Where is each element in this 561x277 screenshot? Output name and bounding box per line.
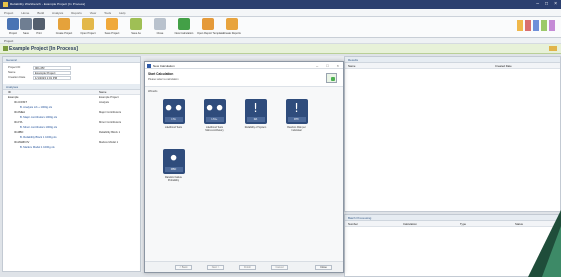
batch-col-type[interactable]: Type [460,221,466,227]
dialog-footer: < Back Next > Finish Cancel Close [145,261,343,272]
project-icon [3,46,8,51]
minimize-button[interactable]: – [536,1,539,7]
report-add-icon [226,18,238,30]
alert-person-icon: ! RTF [285,99,308,124]
tile-random-failure-probability[interactable]: ⚫ RBD Random Failure Probability [162,149,185,182]
results-pane: Results Name Created Date [344,56,561,212]
batch-col-number[interactable]: Number [348,221,358,227]
report-template-icon [202,18,214,30]
results-header: Name Created Date [345,63,560,69]
menu-view[interactable]: View [90,11,96,15]
folder-new-icon [58,18,70,30]
creation-date-input[interactable]: 1/1/2023 1:01 PM [33,75,71,80]
ribbon-open-project-button[interactable]: Open Project [77,18,99,37]
finish-button[interactable]: Finish [239,265,256,270]
tool-swatch[interactable] [533,20,539,31]
calculator-icon [326,73,337,83]
dialog-minimize-button[interactable]: – [316,63,318,68]
dialog-subheading: Please select a calculation [148,78,179,81]
ribbon-close-button[interactable]: Close [149,18,171,37]
tile-reliability-of-system[interactable]: ! RA Reliability of System [244,99,267,129]
folder-open-icon [82,18,94,30]
close-button[interactable]: × [554,1,557,7]
title-bar: Reliability Workbench - Example Project … [0,0,561,9]
ribbon-save-as-button[interactable]: Save As [125,18,147,37]
dialog-header: Start Calculation Please select a calcul… [145,69,343,87]
ribbon-print-button[interactable]: Print [28,18,50,37]
app-icon [3,2,8,7]
tool-swatch[interactable] [549,20,555,31]
new-calculation-dialog: New Calculation – □ × Start Calculation … [144,61,344,273]
group-people-icon: ⚫⚫ LTA+ [203,99,226,124]
results-col-name[interactable]: Name [348,63,355,69]
dialog-title: New Calculation [153,63,175,68]
dialog-close-footer-button[interactable]: Close [315,265,332,270]
dialog-body: Wizards ⚫⚫ LTA Likelihood Tests ⚫⚫ LTA+ Li… [145,87,343,268]
menu-reports[interactable]: Reports [71,11,82,15]
analysis-tree: Example Example Project ID-CONST Analysis B.… [3,95,140,150]
menu-home[interactable]: Home [21,11,29,15]
window-controls: – □ × [536,1,557,7]
tile-likelihood-tests[interactable]: ⚫⚫ LTA Likelihood Tests [162,99,185,129]
menu-bar: Project Home Build Analysis Reports View… [0,9,561,17]
project-header: Example Project [In Process] [0,44,561,54]
save-as-icon [130,18,142,30]
window-title: Reliability Workbench - Example Project … [10,2,86,6]
project-details-pane: General Project ID 001-PR Name Example Pro… [2,56,141,272]
dialog-window-controls: – □ × [316,63,339,68]
wizards-label: Wizards [148,90,158,93]
menu-project[interactable]: Project [4,11,13,15]
dialog-app-icon [147,63,151,68]
close-project-icon [154,18,166,30]
back-button[interactable]: < Back [175,265,192,270]
batch-col-status[interactable]: Status [515,221,523,227]
corner-decoration-accent [542,226,561,277]
alert-person-icon: ! RA [244,99,267,124]
tile-random-risk[interactable]: ! RTF Random Risk per Individual [285,99,308,132]
dialog-maximize-button[interactable]: □ [326,63,328,68]
menu-tools[interactable]: Tools [104,11,111,15]
play-icon [178,18,190,30]
ribbon-right-tools [517,20,555,31]
project-name-input[interactable]: Example Project [33,70,71,75]
settings-icon[interactable] [549,46,557,51]
tile-likelihood-tests-multi[interactable]: ⚫⚫ LTA+ Likelihood Tests Multi-contributo… [203,99,226,132]
dialog-title-bar: New Calculation – □ × [145,62,343,69]
tree-row-id: B. Markov Model 1 1000g.xls [20,146,55,149]
print-icon [33,18,45,30]
next-button[interactable]: Next > [207,265,224,270]
menu-build[interactable]: Build [37,11,44,15]
tool-swatch[interactable] [517,20,523,31]
menu-analysis[interactable]: Analysis [52,11,63,15]
person-icon: ⚫ RBD [162,149,185,174]
tool-swatch[interactable] [525,20,531,31]
cancel-button[interactable]: Cancel [271,265,288,270]
group-people-icon: ⚫⚫ LTA [162,99,185,124]
tool-swatch[interactable] [541,20,547,31]
results-col-date[interactable]: Created Date [495,63,512,69]
batch-col-calculation[interactable]: Calculation [403,221,417,227]
ribbon-save-project-button[interactable]: Save Project [101,18,123,37]
dialog-close-button[interactable]: × [337,63,339,68]
ribbon-create-reports-button[interactable]: Create Reports [221,18,243,37]
maximize-button[interactable]: □ [545,1,548,7]
folder-save-icon [106,18,118,30]
menu-help[interactable]: Help [119,11,125,15]
ribbon-toolbar: Project Save Print Create Project Open P… [0,17,561,38]
ribbon-create-project-button[interactable]: Create Project [53,18,75,37]
project-title: Example Project [In Process] [9,46,78,52]
field-creation-date: Creation Date 1/1/2023 1:01 PM [3,75,140,80]
ribbon-new-calculation-button[interactable]: New Calculation [173,18,195,37]
dialog-heading: Start Calculation [148,72,174,76]
project-id-input[interactable]: 001-PR [33,65,71,70]
ribbon-report-templates-button[interactable]: Open Report Templates [197,18,224,37]
tree-row[interactable]: B. Markov Model 1 1000g.xls [3,145,140,150]
